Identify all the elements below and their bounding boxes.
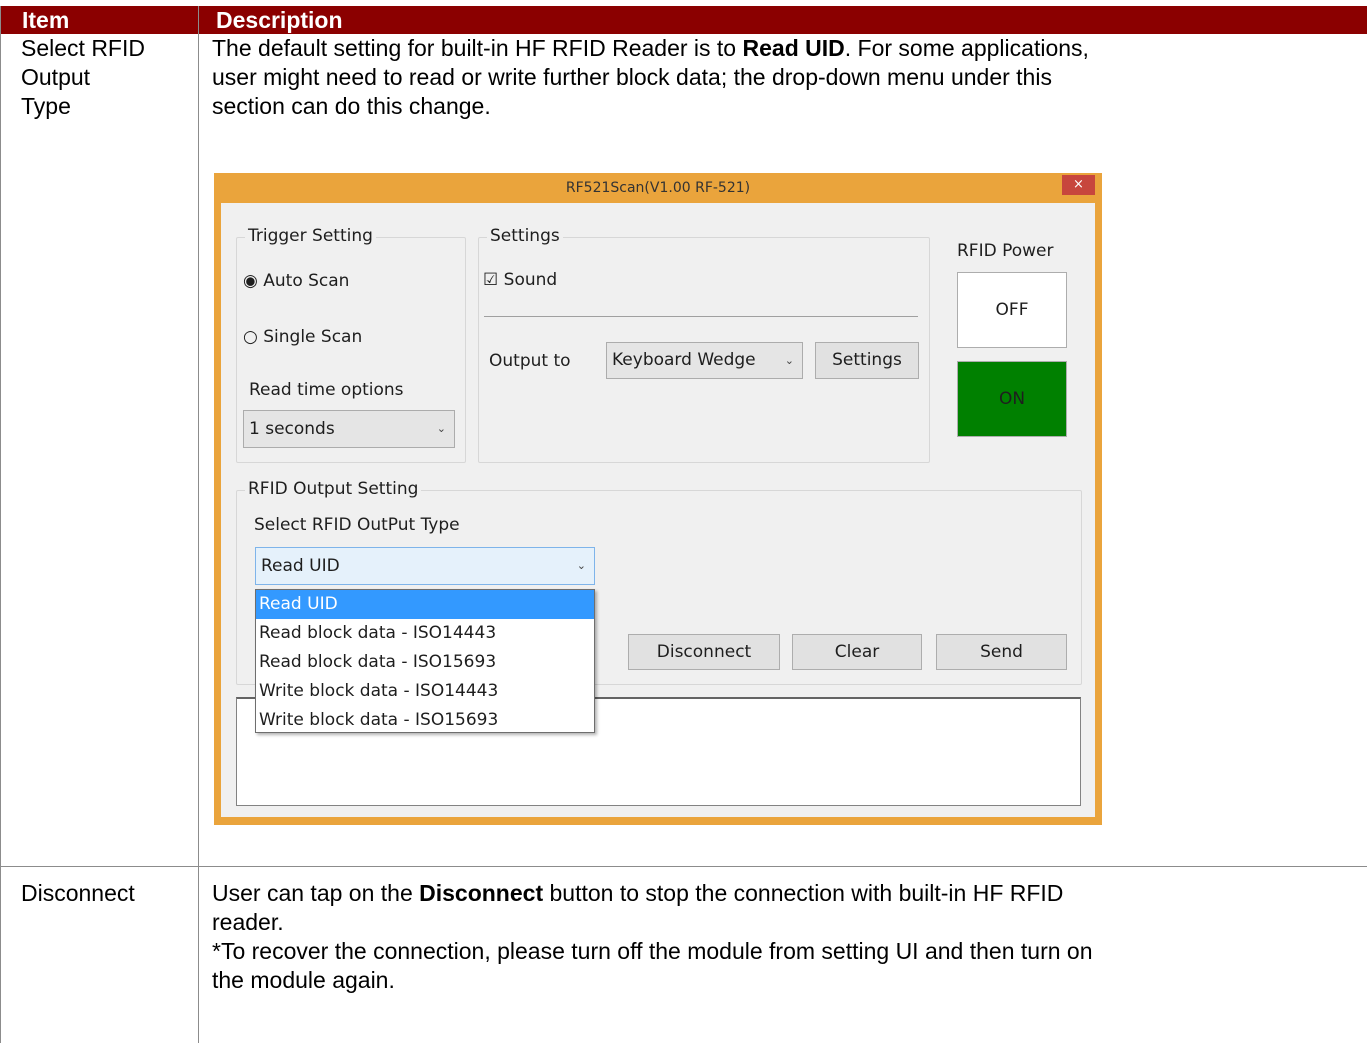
dropdown-option-read-uid[interactable]: Read UID xyxy=(256,590,594,619)
desc-line: the module again. xyxy=(212,967,395,993)
output-to-value: Keyboard Wedge xyxy=(612,350,756,370)
row1-item-line: Type xyxy=(21,93,71,119)
window-client-area: Trigger Setting ◉ Auto Scan ○ Single Sca… xyxy=(221,203,1095,817)
close-icon[interactable]: × xyxy=(1062,175,1095,195)
table-row-divider xyxy=(0,866,1367,867)
disconnect-button[interactable]: Disconnect xyxy=(628,634,780,670)
row1-item-cell: Select RFID Output Type xyxy=(21,34,145,121)
row1-description: The default setting for built-in HF RFID… xyxy=(212,34,1089,121)
header-item: Item xyxy=(22,7,70,33)
app-window-screenshot: RF521Scan(V1.00 RF-521) × Trigger Settin… xyxy=(214,173,1102,825)
row2-description: User can tap on the Disconnect button to… xyxy=(212,879,1093,995)
desc-line: reader. xyxy=(212,909,284,935)
chevron-down-icon: ⌄ xyxy=(436,422,446,435)
bold-term: Disconnect xyxy=(419,880,544,906)
sound-label: Sound xyxy=(503,270,558,290)
checkbox-checked-icon: ☑ xyxy=(483,270,499,290)
clear-button[interactable]: Clear xyxy=(792,634,922,670)
single-scan-label: Single Scan xyxy=(263,327,363,347)
auto-scan-radio[interactable]: ◉ Auto Scan xyxy=(243,270,349,292)
dropdown-option-read-14443[interactable]: Read block data - ISO14443 xyxy=(256,619,594,648)
dropdown-option-read-15693[interactable]: Read block data - ISO15693 xyxy=(256,648,594,677)
read-time-select[interactable]: 1 seconds ⌄ xyxy=(243,410,455,448)
output-type-dropdown-list: Read UID Read block data - ISO14443 Read… xyxy=(255,589,595,733)
output-to-select[interactable]: Keyboard Wedge ⌄ xyxy=(606,342,803,379)
bold-term: Read UID xyxy=(742,35,845,61)
desc-line: The default setting for built-in HF RFID… xyxy=(212,35,1089,61)
desc-line: User can tap on the Disconnect button to… xyxy=(212,880,1064,906)
dropdown-option-write-14443[interactable]: Write block data - ISO14443 xyxy=(256,677,594,706)
row1-item-line: Output xyxy=(21,64,91,90)
single-scan-radio[interactable]: ○ Single Scan xyxy=(243,326,362,348)
desc-line: user might need to read or write further… xyxy=(212,64,1052,90)
output-type-value: Read UID xyxy=(261,556,340,576)
output-type-select[interactable]: Read UID ⌄ xyxy=(255,547,595,585)
dropdown-option-write-15693[interactable]: Write block data - ISO15693 xyxy=(256,706,594,735)
table-header: Item Description xyxy=(0,6,1367,34)
row2-item-line: Disconnect xyxy=(21,880,135,906)
row1-item-line: Select RFID xyxy=(21,35,145,61)
send-button[interactable]: Send xyxy=(936,634,1067,670)
settings-separator xyxy=(484,316,918,317)
radio-selected-icon: ◉ xyxy=(243,271,258,291)
table-left-border xyxy=(0,6,1,1043)
rfid-output-setting-label: RFID Output Setting xyxy=(245,479,422,499)
read-time-value: 1 seconds xyxy=(249,419,335,439)
chevron-down-icon: ⌄ xyxy=(576,559,586,572)
window-title: RF521Scan(V1.00 RF-521) xyxy=(565,180,751,196)
output-to-label: Output to xyxy=(489,351,571,371)
desc-line: section can do this change. xyxy=(212,93,491,119)
sound-checkbox[interactable]: ☑ Sound xyxy=(483,269,557,291)
settings-button[interactable]: Settings xyxy=(815,342,919,379)
trigger-setting-label: Trigger Setting xyxy=(245,226,376,246)
table-column-divider xyxy=(198,6,199,1043)
select-output-type-label: Select RFID OutPut Type xyxy=(254,515,460,535)
desc-line: *To recover the connection, please turn … xyxy=(212,938,1093,964)
rfid-power-label: RFID Power xyxy=(957,241,1054,261)
radio-empty-icon: ○ xyxy=(243,327,258,347)
row2-item-cell: Disconnect xyxy=(21,879,135,908)
settings-group-label: Settings xyxy=(487,226,563,246)
power-off-button[interactable]: OFF xyxy=(957,272,1067,348)
chevron-down-icon: ⌄ xyxy=(784,354,794,367)
header-description: Description xyxy=(216,7,343,33)
read-time-label: Read time options xyxy=(249,380,404,400)
auto-scan-label: Auto Scan xyxy=(263,271,350,291)
power-on-button[interactable]: ON xyxy=(957,361,1067,437)
